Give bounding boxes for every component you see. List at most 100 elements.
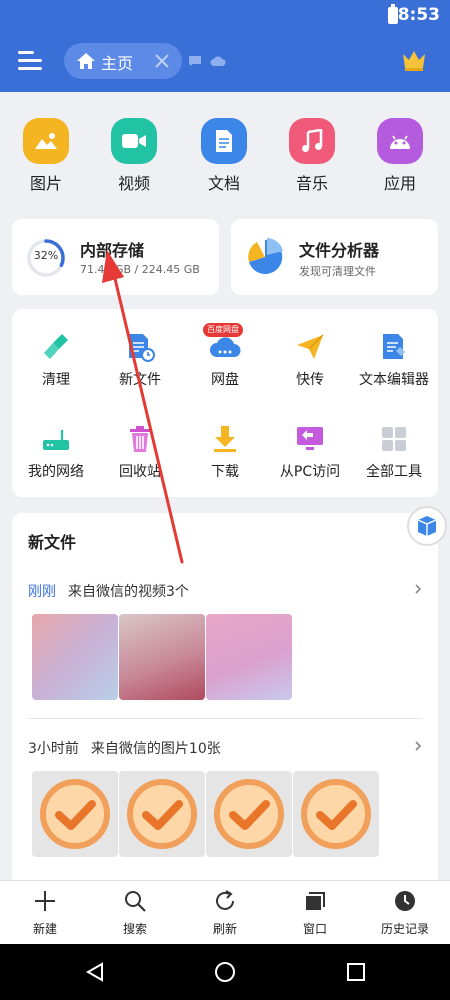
home-icon xyxy=(77,53,95,69)
tool-label: 文本编辑器 xyxy=(359,372,429,388)
refresh-button[interactable]: 刷新 xyxy=(180,881,270,945)
group-time: 3小时前 xyxy=(28,741,79,757)
category-images[interactable]: 图片 xyxy=(6,104,86,204)
new-files-group-2[interactable]: 3小时前 来自微信的图片10张 xyxy=(28,738,428,760)
category-videos[interactable]: 视频 xyxy=(94,104,174,204)
document-icon xyxy=(201,118,247,164)
tool-clean[interactable]: 清理 xyxy=(12,317,100,403)
analyzer-title: 文件分析器 xyxy=(299,241,380,260)
recents-icon[interactable] xyxy=(345,961,367,983)
toolbar-label: 刷新 xyxy=(212,922,237,936)
tool-text-editor[interactable]: 文本编辑器 xyxy=(350,317,438,403)
status-bar: 8:53 xyxy=(0,0,450,30)
tool-all-tools[interactable]: 全部工具 xyxy=(350,409,438,495)
history-icon xyxy=(395,891,415,911)
group-time: 刚刚 xyxy=(28,584,56,600)
tool-label: 网盘 xyxy=(211,372,239,388)
toolbar-label: 搜索 xyxy=(122,922,147,936)
tool-new-files[interactable]: 新文件 xyxy=(96,317,184,403)
search-icon xyxy=(125,891,146,912)
status-time: 8:53 xyxy=(397,5,440,25)
checkmark-icon xyxy=(214,779,284,849)
pc-access-icon xyxy=(297,427,323,450)
tool-label: 清理 xyxy=(42,372,70,388)
video-thumbnail[interactable] xyxy=(206,614,292,700)
category-music[interactable]: 音乐 xyxy=(272,104,352,204)
broom-icon xyxy=(44,334,68,359)
tab-home[interactable]: 主页 xyxy=(64,43,182,79)
toolbar-label: 历史记录 xyxy=(380,922,429,936)
trash-icon xyxy=(130,426,150,452)
checkmark-icon xyxy=(127,779,197,849)
cloud-disk-icon xyxy=(210,337,241,357)
category-label: 视频 xyxy=(117,174,150,193)
music-icon xyxy=(289,118,335,164)
tools-panel: 清理 新文件 百度网盘 网盘 快传 文本编辑器 我的网络 回收站 下载 从PC访… xyxy=(12,309,438,497)
crown-icon[interactable] xyxy=(400,46,428,74)
floating-box-icon[interactable] xyxy=(407,506,447,546)
image-thumbnail[interactable] xyxy=(206,771,292,857)
new-button[interactable]: 新建 xyxy=(0,881,90,945)
category-label: 应用 xyxy=(383,174,416,193)
thumbnail-row xyxy=(32,614,432,700)
windows-icon xyxy=(306,892,325,910)
grid-icon xyxy=(382,427,406,451)
divider xyxy=(28,718,422,719)
pie-chart-icon xyxy=(248,238,283,274)
battery-icon xyxy=(388,4,398,24)
router-icon xyxy=(43,430,69,450)
tool-quick-transfer[interactable]: 快传 xyxy=(266,317,354,403)
download-icon xyxy=(214,426,236,452)
home-circle-icon[interactable] xyxy=(214,961,236,983)
close-icon[interactable] xyxy=(152,51,172,71)
app-header: 主页 xyxy=(0,30,450,92)
new-files-group-1[interactable]: 刚刚 来自微信的视频3个 xyxy=(28,581,428,603)
tool-recycle-bin[interactable]: 回收站 xyxy=(96,409,184,495)
new-file-icon xyxy=(129,334,155,362)
image-thumbnail[interactable] xyxy=(32,771,118,857)
thumbnail-row xyxy=(32,771,432,857)
image-thumbnail[interactable] xyxy=(119,771,205,857)
chevron-right-icon xyxy=(415,584,422,594)
storage-percent: 32% xyxy=(33,249,59,262)
system-nav-bar xyxy=(0,944,450,1000)
internal-storage-card[interactable]: 32% 内部存储 71.41 GB / 224.45 GB xyxy=(12,219,219,295)
tool-cloud-disk[interactable]: 百度网盘 网盘 xyxy=(181,317,269,403)
category-apps[interactable]: 应用 xyxy=(360,104,440,204)
image-thumbnail[interactable] xyxy=(293,771,379,857)
tool-label: 新文件 xyxy=(119,372,161,388)
toolbar-label: 窗口 xyxy=(302,922,327,936)
tool-label: 下载 xyxy=(211,464,239,480)
history-button[interactable]: 历史记录 xyxy=(360,881,450,945)
chat-icon[interactable] xyxy=(188,55,202,67)
tab-home-label: 主页 xyxy=(101,54,134,73)
plus-icon xyxy=(35,891,55,911)
tool-label: 全部工具 xyxy=(366,464,422,480)
category-documents[interactable]: 文档 xyxy=(184,104,264,204)
group-description: 来自微信的视频3个 xyxy=(68,584,189,600)
cloud-icon[interactable] xyxy=(210,55,226,67)
new-files-section: 新文件 刚刚 来自微信的视频3个 3小时前 来自微信的图片10张 xyxy=(12,506,447,893)
video-icon xyxy=(111,118,157,164)
section-title: 新文件 xyxy=(28,533,77,552)
refresh-icon xyxy=(216,890,234,910)
storage-title: 内部存储 xyxy=(80,241,145,260)
windows-button[interactable]: 窗口 xyxy=(270,881,360,945)
analyzer-subtitle: 发现可清理文件 xyxy=(299,265,376,278)
video-thumbnail[interactable] xyxy=(32,614,118,700)
search-button[interactable]: 搜索 xyxy=(90,881,180,945)
video-thumbnail[interactable] xyxy=(119,614,205,700)
tool-download[interactable]: 下载 xyxy=(181,409,269,495)
android-icon xyxy=(377,118,423,164)
checkmark-icon xyxy=(40,779,110,849)
file-analyzer-card[interactable]: 文件分析器 发现可清理文件 xyxy=(231,219,438,295)
tool-my-network[interactable]: 我的网络 xyxy=(12,409,100,495)
back-icon[interactable] xyxy=(84,961,106,983)
tool-pc-access[interactable]: 从PC访问 xyxy=(266,409,354,495)
tool-label: 回收站 xyxy=(119,464,161,480)
paper-plane-icon xyxy=(297,334,324,359)
tool-label: 快传 xyxy=(296,372,324,388)
menu-icon[interactable] xyxy=(18,49,44,73)
storage-usage: 71.41 GB / 224.45 GB xyxy=(80,263,200,276)
tool-label: 从PC访问 xyxy=(279,464,341,480)
